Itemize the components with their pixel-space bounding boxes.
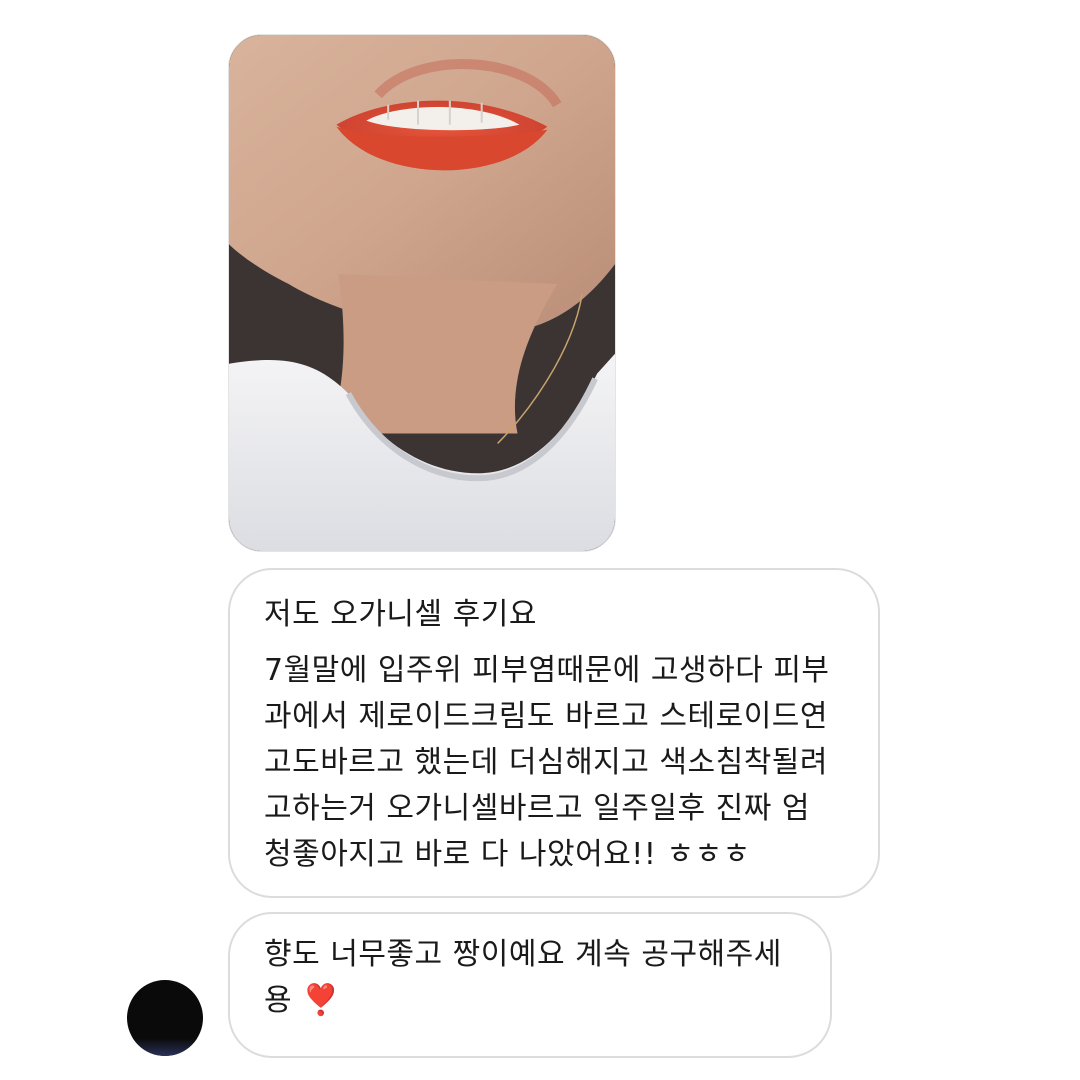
message-text-line: 7월말에 입주위 피부염때문에 고생하다 피부 xyxy=(264,653,830,688)
message-text-line-with-emoji: 용 ❣️ xyxy=(264,978,800,1024)
message-text-line: 향도 너무좋고 짱이예요 계속 공구해주세 xyxy=(264,937,782,972)
message-bubble[interactable]: 향도 너무좋고 짱이예요 계속 공구해주세 용 ❣️ xyxy=(228,912,832,1058)
sender-avatar[interactable] xyxy=(127,980,203,1056)
photo-image xyxy=(229,35,615,551)
message-text-line: 청좋아지고 바로 다 나았어요!! ㅎㅎㅎ xyxy=(264,837,751,872)
heart-exclamation-icon: ❣️ xyxy=(302,983,340,1018)
message-text-line: 고도바르고 했는데 더심해지고 색소침착될려 xyxy=(264,745,829,780)
message-text-line: 고하는거 오가니셀바르고 일주일후 진짜 엄 xyxy=(264,791,810,826)
message-bubble[interactable]: 저도 오가니셀 후기요 7월말에 입주위 피부염때문에 고생하다 피부 과에서 … xyxy=(228,568,880,898)
message-text-line: 저도 오가니셀 후기요 xyxy=(264,597,537,632)
message-text: 용 xyxy=(264,983,293,1018)
photo-message[interactable] xyxy=(228,34,616,552)
message-text-line: 과에서 제로이드크림도 바르고 스테로이드연 xyxy=(264,699,829,734)
